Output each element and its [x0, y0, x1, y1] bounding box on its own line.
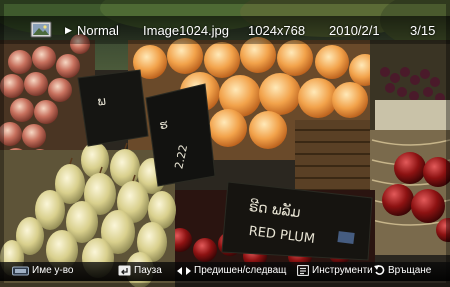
info-bar: ▶ Normal Image1024.jpg 1024x768 2010/2/1… [0, 16, 450, 44]
tools-icon [297, 265, 309, 276]
left-right-arrows-icon [177, 266, 191, 275]
enter-pause-icon [118, 265, 131, 276]
play-icon: ▶ [65, 25, 72, 35]
pause-button[interactable]: Пауза [118, 265, 162, 276]
prev-next-button[interactable]: Предишен/следващ [177, 265, 286, 276]
date-label: 2010/2/1 [329, 23, 380, 38]
price-sign-left: ພ [77, 69, 149, 147]
pause-label: Пауза [134, 265, 162, 276]
back-button[interactable]: Връщане [374, 265, 431, 276]
help-bar: Име у-во Пауза Предишен/следващ Инструме… [0, 262, 450, 281]
filename-label: Image1024.jpg [143, 23, 230, 38]
prev-next-label: Предишен/следващ [194, 265, 287, 276]
page-counter: 3/15 [410, 23, 436, 38]
photo-viewer-screen: ພ ຮ 2.22 ຣີດ ພລັມ RED PLUM ▶ Normal Imag… [0, 0, 450, 287]
mode-label: Normal [77, 23, 119, 38]
device-name-button[interactable]: Име у-во [12, 265, 74, 276]
tools-label: Инструменти [312, 265, 373, 276]
back-label: Връщане [388, 265, 432, 276]
device-name-label: Име у-во [32, 265, 74, 276]
photo-icon [30, 21, 52, 38]
tv-remote-icon [12, 266, 29, 275]
resolution-label: 1024x768 [248, 23, 306, 38]
price-sign-middle: ຮ 2.22 [145, 83, 216, 187]
return-icon [374, 265, 385, 275]
tools-button[interactable]: Инструменти [297, 265, 373, 276]
